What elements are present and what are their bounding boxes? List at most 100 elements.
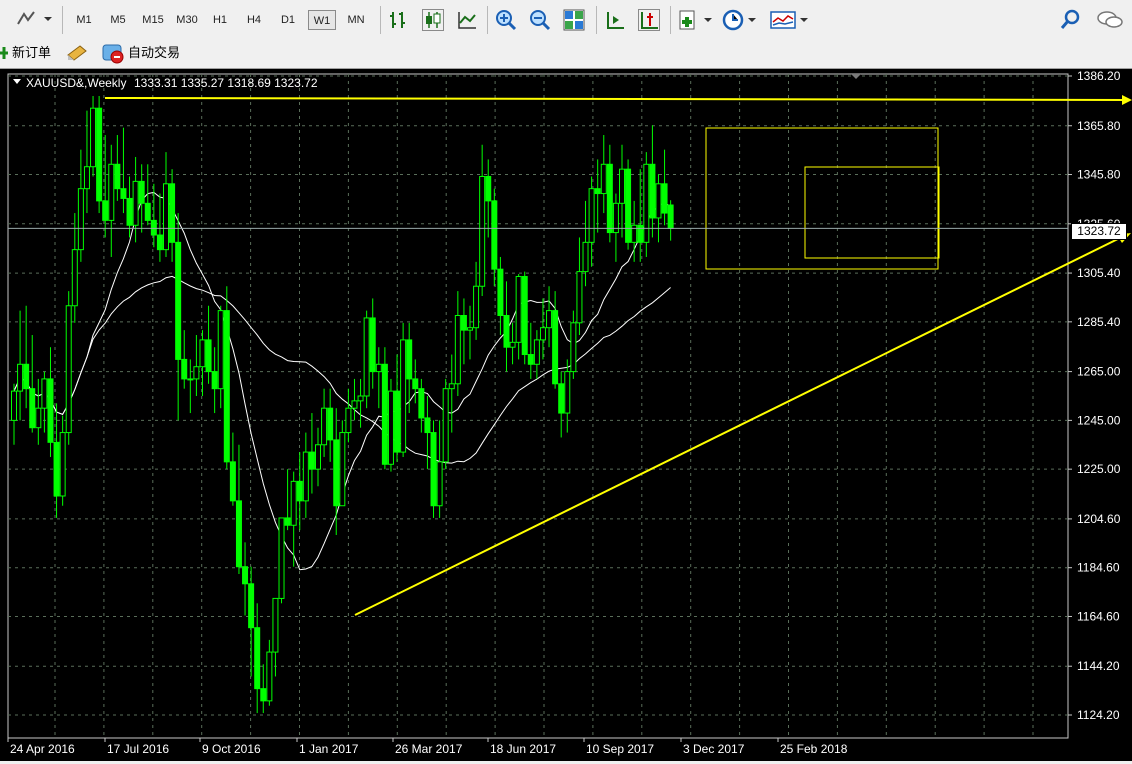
candle-body: [35, 407, 42, 429]
candles: [11, 95, 674, 714]
line-tool-icon[interactable]: [14, 8, 54, 30]
y-tick-label: 1245.00: [1077, 413, 1121, 427]
toolbar-separator: [380, 6, 381, 34]
candle-body: [430, 432, 437, 507]
x-tick-label: 9 Oct 2016: [202, 742, 261, 756]
candle-body: [345, 407, 352, 434]
timeframe-d1-button[interactable]: D1: [274, 10, 302, 30]
timeframe-m5-button[interactable]: M5: [104, 10, 132, 30]
timeframe-w1-button[interactable]: W1: [308, 10, 336, 30]
candle-body: [582, 241, 589, 273]
candle-body: [521, 275, 528, 356]
candle-body: [625, 168, 632, 243]
candle-body: [643, 163, 650, 243]
y-tick-label: 1184.60: [1077, 561, 1120, 575]
candle-body: [375, 363, 382, 373]
candle-body: [17, 363, 24, 392]
candle-body: [631, 224, 638, 243]
candle-body: [23, 363, 30, 390]
chat-icon[interactable]: [1096, 9, 1124, 31]
auto-trading-icon[interactable]: [101, 42, 125, 64]
bar-chart-icon[interactable]: [388, 9, 410, 31]
price-chart[interactable]: 1386.201365.801345.801325.601305.401285.…: [0, 69, 1132, 761]
candle-body: [594, 188, 601, 195]
current-price-tag: 1323.72: [1071, 223, 1127, 240]
candle-body: [65, 305, 72, 434]
candle-body: [394, 390, 401, 453]
timeframe-h1-button[interactable]: H1: [206, 10, 234, 30]
candle-body: [126, 197, 133, 226]
candle-body: [242, 566, 249, 585]
line-chart-icon[interactable]: [456, 9, 478, 31]
search-icon[interactable]: [1060, 9, 1082, 31]
candle-body: [108, 163, 115, 221]
consolidation-rectangle: [705, 127, 939, 270]
consolidation-rectangle-inner: [804, 166, 940, 259]
y-tick-label: 1204.60: [1077, 512, 1121, 526]
candle-body: [442, 388, 449, 463]
candle-body: [503, 315, 510, 348]
x-tick-label: 17 Jul 2016: [107, 742, 169, 756]
candle-body: [223, 310, 230, 463]
candle-body: [11, 390, 17, 421]
plot-border: [7, 73, 1069, 739]
candle-body: [205, 339, 212, 373]
candle-body: [473, 285, 480, 329]
candle-body: [102, 200, 109, 221]
templates-icon[interactable]: [770, 9, 810, 31]
new-order-icon[interactable]: [0, 44, 10, 62]
candle-body: [272, 597, 279, 653]
candle-body: [71, 249, 78, 307]
timeframe-m1-button[interactable]: M1: [70, 10, 98, 30]
candle-body: [77, 188, 84, 251]
candle-body: [144, 202, 151, 221]
candle-body: [302, 451, 309, 502]
zoom-in-icon[interactable]: [495, 9, 517, 31]
y-tick-label: 1305.40: [1077, 266, 1121, 280]
candle-body: [661, 183, 668, 214]
y-tick-label: 1365.80: [1077, 119, 1121, 133]
candle-body: [412, 378, 419, 390]
zoom-out-icon[interactable]: [529, 9, 551, 31]
candle-body: [211, 371, 218, 390]
candle-body: [667, 204, 674, 229]
candle-body: [53, 441, 60, 497]
candlestick-chart-icon[interactable]: [422, 9, 444, 31]
candle-body: [278, 517, 285, 599]
candle-body: [83, 166, 90, 190]
timeframe-h4-button[interactable]: H4: [240, 10, 268, 30]
candle-body: [266, 651, 273, 702]
moving-averages: [13, 191, 671, 571]
ascending-trendline: [354, 233, 1129, 616]
candle-body: [387, 390, 394, 465]
main-toolbar: M1 M5 M15 M30 H1 H4 D1 W1 MN: [0, 0, 1132, 38]
metaeditor-icon[interactable]: [66, 43, 88, 63]
chart-shift-icon[interactable]: [638, 9, 660, 31]
auto-trading-button[interactable]: 自动交易: [128, 44, 180, 62]
candle-body: [400, 339, 407, 453]
auto-scroll-icon[interactable]: [604, 9, 626, 31]
candle-body: [339, 432, 346, 507]
timeframe-m15-button[interactable]: M15: [138, 10, 168, 30]
candle-body: [132, 180, 139, 226]
candle-body: [90, 107, 97, 168]
candle-body: [29, 388, 36, 429]
candle-body: [491, 200, 498, 270]
candle-body: [588, 188, 595, 243]
timeframe-mn-button[interactable]: MN: [342, 10, 370, 30]
indicators-icon[interactable]: [678, 9, 714, 31]
chart-menu-triangle-icon[interactable]: [13, 78, 23, 86]
tile-windows-icon[interactable]: [563, 9, 585, 31]
candle-body: [308, 451, 315, 470]
timeframe-m30-button[interactable]: M30: [172, 10, 202, 30]
candle-body: [454, 315, 461, 385]
periodicity-icon[interactable]: [722, 9, 758, 31]
candle-body: [406, 339, 413, 380]
chart-window[interactable]: 1386.201365.801345.801325.601305.401285.…: [0, 69, 1132, 761]
candle-body: [479, 175, 486, 287]
y-tick-label: 1144.20: [1077, 659, 1120, 673]
new-order-button[interactable]: 新订单: [12, 44, 51, 62]
candle-body: [619, 168, 625, 204]
candle-body: [199, 339, 206, 368]
candle-body: [539, 327, 546, 341]
